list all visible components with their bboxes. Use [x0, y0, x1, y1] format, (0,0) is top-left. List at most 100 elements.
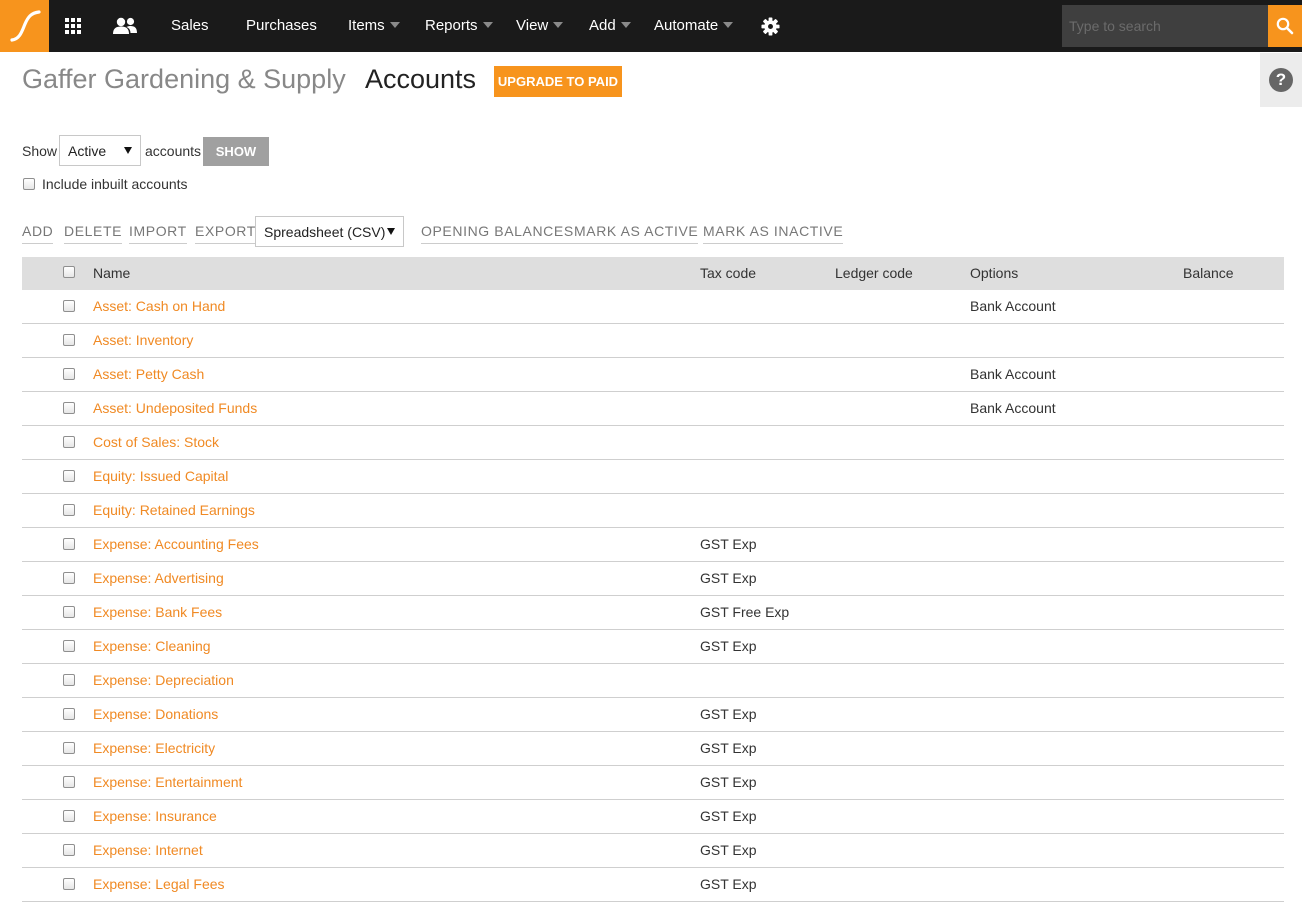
- nav-automate[interactable]: Automate: [654, 0, 734, 52]
- account-name-link[interactable]: Expense: Cleaning: [93, 630, 211, 663]
- account-name-link[interactable]: Expense: Advertising: [93, 562, 224, 595]
- account-name-link[interactable]: Equity: Issued Capital: [93, 460, 228, 493]
- row-checkbox[interactable]: [63, 470, 75, 482]
- select-all-checkbox[interactable]: [63, 266, 75, 278]
- table-row: Expense: Internet GST Exp: [22, 834, 1284, 868]
- table-row: Cost of Sales: Stock: [22, 426, 1284, 460]
- table-header: Name Tax code Ledger code Options Balanc…: [22, 257, 1284, 290]
- column-header-balance[interactable]: Balance: [1183, 257, 1234, 290]
- tax-code-cell: GST Exp: [700, 706, 757, 722]
- account-name-link[interactable]: Asset: Undeposited Funds: [93, 392, 257, 425]
- table-row: Expense: Donations GST Exp: [22, 698, 1284, 732]
- row-checkbox[interactable]: [63, 606, 75, 618]
- nav-items[interactable]: Items: [348, 0, 400, 52]
- nav-purchases[interactable]: Purchases: [246, 0, 317, 52]
- account-name-link[interactable]: Expense: Depreciation: [93, 664, 234, 697]
- apps-grid-icon[interactable]: [62, 0, 84, 52]
- table-row: Equity: Issued Capital: [22, 460, 1284, 494]
- row-checkbox[interactable]: [63, 334, 75, 346]
- chevron-down-icon: [387, 228, 395, 235]
- search-button[interactable]: [1268, 5, 1302, 47]
- add-button[interactable]: ADD: [22, 223, 54, 244]
- chevron-down-icon: [389, 22, 400, 29]
- tax-code-cell: GST Exp: [700, 876, 757, 892]
- help-icon[interactable]: ?: [1269, 68, 1293, 92]
- row-checkbox[interactable]: [63, 300, 75, 312]
- account-name-link[interactable]: Expense: Insurance: [93, 800, 217, 833]
- row-checkbox[interactable]: [63, 504, 75, 516]
- mark-inactive-button[interactable]: MARK AS INACTIVE: [703, 223, 844, 244]
- tax-code-cell: GST Exp: [700, 638, 757, 654]
- opening-balances-button[interactable]: OPENING BALANCES: [421, 223, 574, 244]
- account-name-link[interactable]: Asset: Cash on Hand: [93, 290, 225, 323]
- tax-code-cell: GST Exp: [700, 740, 757, 756]
- table-row: Expense: Depreciation: [22, 664, 1284, 698]
- column-header-name[interactable]: Name: [93, 257, 130, 290]
- chevron-down-icon: [482, 22, 493, 29]
- search-input[interactable]: [1062, 5, 1268, 47]
- import-button[interactable]: IMPORT: [129, 223, 187, 244]
- row-checkbox[interactable]: [63, 878, 75, 890]
- table-row: Asset: Inventory: [22, 324, 1284, 358]
- row-checkbox[interactable]: [63, 810, 75, 822]
- accounts-label: accounts: [145, 143, 202, 159]
- show-button[interactable]: SHOW: [203, 137, 269, 166]
- include-inbuilt-checkbox[interactable]: [23, 178, 35, 190]
- row-checkbox[interactable]: [63, 776, 75, 788]
- chevron-down-icon: [723, 22, 734, 29]
- row-checkbox[interactable]: [63, 708, 75, 720]
- account-name-link[interactable]: Cost of Sales: Stock: [93, 426, 219, 459]
- tax-code-cell: GST Exp: [700, 570, 757, 586]
- contacts-icon[interactable]: [111, 0, 139, 52]
- tax-code-cell: GST Exp: [700, 774, 757, 790]
- page-title: Accounts: [365, 64, 477, 94]
- account-name-link[interactable]: Expense: Electricity: [93, 732, 215, 765]
- row-checkbox[interactable]: [63, 436, 75, 448]
- export-format-select[interactable]: Spreadsheet (CSV): [255, 216, 404, 247]
- status-select-value: Active: [68, 142, 107, 159]
- delete-button[interactable]: DELETE: [64, 223, 123, 244]
- table-row: Expense: Legal Fees GST Exp: [22, 868, 1284, 902]
- row-checkbox[interactable]: [63, 402, 75, 414]
- status-select[interactable]: Active: [59, 135, 141, 166]
- account-name-link[interactable]: Expense: Accounting Fees: [93, 528, 259, 561]
- nav-view[interactable]: View: [516, 0, 564, 52]
- row-checkbox[interactable]: [63, 538, 75, 550]
- row-checkbox[interactable]: [63, 572, 75, 584]
- help-panel: ?: [1260, 53, 1302, 107]
- account-name-link[interactable]: Asset: Inventory: [93, 324, 193, 357]
- logo-icon[interactable]: [0, 0, 49, 52]
- mark-active-button[interactable]: MARK AS ACTIVE: [574, 223, 699, 244]
- account-name-link[interactable]: Equity: Retained Earnings: [93, 494, 255, 527]
- nav-reports[interactable]: Reports: [425, 0, 493, 52]
- gear-icon[interactable]: [760, 0, 780, 52]
- nav-add[interactable]: Add: [589, 0, 631, 52]
- account-name-link[interactable]: Expense: Donations: [93, 698, 218, 731]
- chevron-down-icon: [620, 22, 631, 29]
- table-row: Equity: Retained Earnings: [22, 494, 1284, 528]
- row-checkbox[interactable]: [63, 640, 75, 652]
- row-checkbox[interactable]: [63, 368, 75, 380]
- column-header-tax-code[interactable]: Tax code: [700, 257, 756, 290]
- account-name-link[interactable]: Expense: Legal Fees: [93, 868, 225, 901]
- account-name-link[interactable]: Asset: Petty Cash: [93, 358, 204, 391]
- export-button[interactable]: EXPORT: [195, 223, 256, 244]
- account-name-link[interactable]: Expense: Entertainment: [93, 766, 242, 799]
- include-inbuilt-label: Include inbuilt accounts: [42, 176, 188, 192]
- row-checkbox[interactable]: [63, 844, 75, 856]
- account-name-link[interactable]: Expense: Internet: [93, 834, 203, 867]
- row-checkbox[interactable]: [63, 742, 75, 754]
- row-checkbox[interactable]: [63, 674, 75, 686]
- upgrade-button[interactable]: UPGRADE TO PAID: [494, 66, 622, 97]
- table-row: Expense: Accounting Fees GST Exp: [22, 528, 1284, 562]
- column-header-options[interactable]: Options: [970, 257, 1018, 290]
- table-row: Expense: Entertainment GST Exp: [22, 766, 1284, 800]
- nav-sales[interactable]: Sales: [171, 0, 209, 52]
- table-row: Asset: Petty Cash Bank Account: [22, 358, 1284, 392]
- column-header-ledger-code[interactable]: Ledger code: [835, 257, 913, 290]
- tax-code-cell: GST Exp: [700, 808, 757, 824]
- search-icon: [1276, 17, 1294, 35]
- account-name-link[interactable]: Expense: Bank Fees: [93, 596, 222, 629]
- show-label: Show: [22, 143, 58, 159]
- accounts-table: Name Tax code Ledger code Options Balanc…: [22, 257, 1284, 902]
